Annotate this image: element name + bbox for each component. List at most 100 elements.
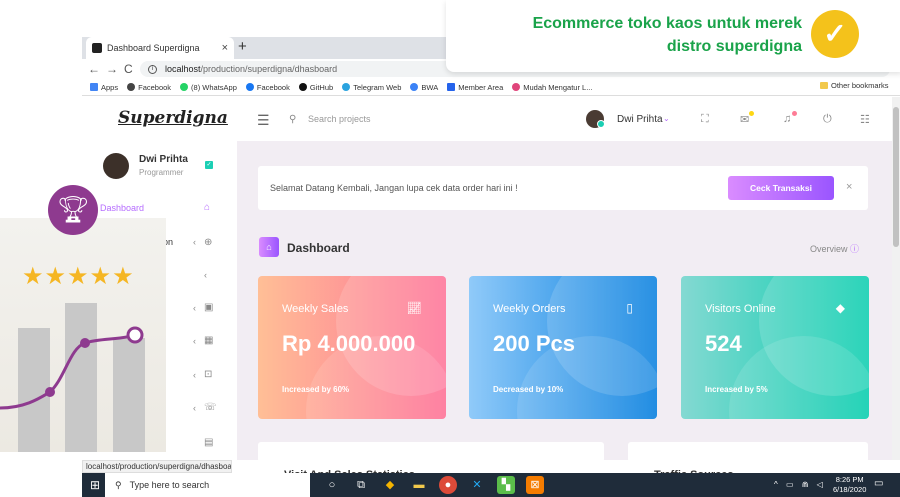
apps-icon [90,83,98,91]
bookmark-facebook-2[interactable]: Facebook [245,83,290,92]
browser-tab[interactable]: Dashboard Superdigna × [86,37,234,59]
list-icon[interactable]: ☷ [860,113,870,126]
card-title: Weekly Orders [493,303,566,315]
chevron-left-icon[interactable]: ‹ [193,237,196,247]
sidebar-item-dashboard[interactable]: Dashboard [100,203,144,213]
card-value: Rp 4.000.000 [282,331,416,356]
scrollbar[interactable] [892,97,900,460]
bookmark-member-area[interactable]: Member Area [447,83,503,92]
mail-icon[interactable]: ✉ [740,111,754,126]
fullscreen-icon[interactable]: ⛶ [701,113,709,126]
growth-line-icon [0,326,144,410]
member-icon [447,83,456,91]
trophy-icon: 🏆︎ [48,185,98,235]
card-title: Weekly Sales [282,303,349,315]
traffic-panel: Traffic Sources [628,442,868,481]
file-icon: ▤ [204,437,214,448]
home-icon: ⌂ [259,237,279,257]
bookmark-telegram[interactable]: Telegram Web [342,83,401,92]
bookmark-mudah[interactable]: Mudah Mengatur L... [512,83,592,92]
info-icon: ⓘ [850,244,860,254]
overview-link[interactable]: Overview ⓘ [810,242,859,255]
chevron-left-icon[interactable]: ‹ [204,270,207,280]
card-footer: Increased by 60% [282,385,350,394]
lock-icon: ⊡ [204,369,213,380]
visitors-online-card: Visitors Online ◆ 524 Increased by 5% [681,276,869,419]
bookmark-icon: ▯ [626,301,633,315]
diamond-icon: ◆ [835,301,845,315]
info-icon[interactable]: i [148,64,157,74]
bookmarks-bar: Apps Facebook (8) WhatsApp Facebook GitH… [82,79,900,96]
search-icon: ⚲ [115,479,122,490]
status-bar-url: localhost/production/superdigna/dhasboar… [82,460,232,473]
power-icon[interactable]: ⏻ [823,113,832,126]
caption-text: Ecommerce toko kaos untuk merek distro s… [492,12,802,58]
chrome-icon[interactable]: ● [439,476,457,494]
welcome-message: Selamat Datang Kembali, Jangan lupa cek … [270,183,518,193]
close-tab-icon[interactable]: × [222,42,228,54]
telegram-icon [342,83,351,91]
bell-icon[interactable]: ♫ [783,111,797,125]
search-icon: ⚲ [289,114,297,125]
sidebar-avatar [103,153,129,179]
bookmark-whatsapp[interactable]: (8) WhatsApp [180,83,237,92]
calendar-icon: ▣ [204,302,214,313]
notification-icon[interactable]: ▭ [874,478,883,489]
file-explorer-icon[interactable]: ▬ [410,476,428,494]
menu-toggle-icon[interactable]: ☰ [257,112,270,129]
bwa-icon [410,83,419,91]
mail-dot [749,111,754,116]
notepad-icon[interactable]: ▚ [497,476,515,494]
chevron-down-icon[interactable]: ⌄ [663,114,670,123]
nav-buttons[interactable]: ←→C [88,62,139,76]
card-footer: Increased by 5% [705,385,768,394]
chevron-left-icon[interactable]: ‹ [193,336,196,346]
card-footer: Decreased by 10% [493,385,564,394]
logo[interactable]: Superdigna [118,108,228,128]
card-value: 200 Pcs [493,331,575,356]
chevron-left-icon[interactable]: ‹ [193,370,196,380]
folder-icon [820,82,828,89]
xampp-icon[interactable]: ⊠ [526,476,544,494]
avatar[interactable] [586,110,605,128]
search-input[interactable]: Search projects [308,114,371,124]
bookmark-bwa[interactable]: BWA [410,83,438,92]
sourcetree-icon[interactable]: ◆ [381,476,399,494]
scrollbar-thumb[interactable] [893,107,899,247]
check-badge-icon: ✓ [811,10,859,58]
close-icon[interactable]: × [846,181,852,193]
check-transactions-button[interactable]: Ceck Transaksi [728,176,834,200]
bookmark-apps[interactable]: Apps [90,83,118,92]
chart-line-icon: 📈︎ [406,301,422,315]
windows-start-icon[interactable]: ⊞ [90,478,100,492]
bookmark-facebook[interactable]: Facebook [127,83,171,92]
task-view-icon[interactable]: ⧉ [352,476,370,494]
user-name[interactable]: Dwi Prihta [617,114,663,125]
github-icon [298,83,307,91]
card-value: 524 [705,331,742,356]
page-title: Dashboard [287,241,350,255]
caption-line-2: distro superdigna [666,38,802,55]
chevron-left-icon[interactable]: ‹ [193,303,196,313]
vscode-icon[interactable]: ✕ [468,476,486,494]
new-tab-button[interactable]: + [238,38,247,55]
weekly-orders-card: Weekly Orders ▯ 200 Pcs Decreased by 10% [469,276,657,419]
cortana-icon[interactable]: ○ [323,476,341,494]
contacts-icon: ☏ [204,402,217,413]
bell-dot [792,111,797,116]
other-bookmarks[interactable]: Other bookmarks [820,81,889,90]
visit-sales-panel: Visit And Sales Statistics [258,442,604,481]
weekly-sales-card: Weekly Sales 📈︎ Rp 4.000.000 Increased b… [258,276,446,419]
bookmark-github[interactable]: GitHub [298,83,333,92]
url-path: /production/superdigna/dhasboard [200,64,338,74]
clock[interactable]: 8:26 PM 6/18/2020 [833,475,866,495]
mudah-icon [512,83,521,91]
five-stars-icon: ★★★★★ [22,263,135,290]
system-tray-icons[interactable]: ^ ▭ ⋒ ◁ [774,480,826,489]
caption-line-1: Ecommerce toko kaos untuk merek [532,15,802,32]
chevron-left-icon[interactable]: ‹ [193,403,196,413]
tab-title: Dashboard Superdigna [107,43,200,53]
taskbar-search[interactable]: ⚲ Type here to search [105,473,310,497]
url-host: localhost [165,64,201,74]
facebook-icon [245,83,254,91]
